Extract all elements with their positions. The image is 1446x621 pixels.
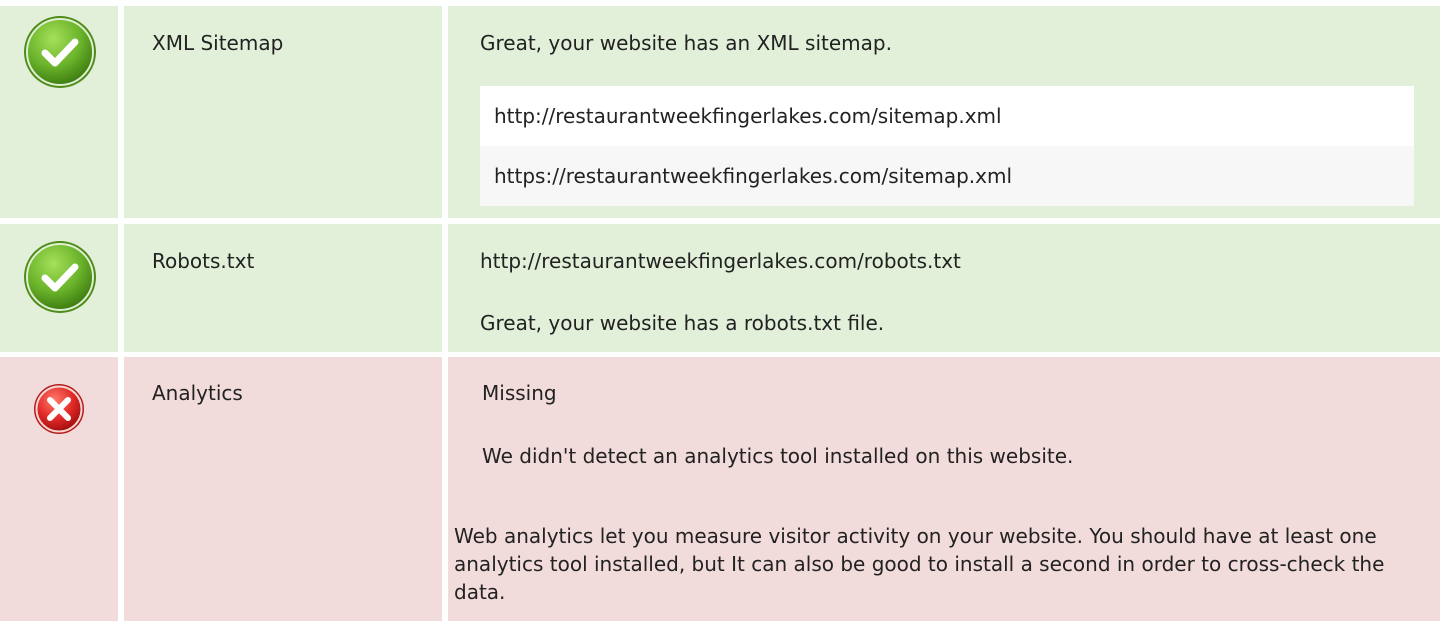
check-description: Web analytics let you measure visitor ac…	[454, 524, 1385, 604]
check-message: Great, your website has an XML sitemap.	[480, 31, 892, 55]
check-label: Analytics	[152, 381, 243, 405]
status-cell	[0, 6, 118, 218]
check-circle-icon	[20, 12, 100, 92]
sitemap-url-item: https://restaurantweekfingerlakes.com/si…	[480, 146, 1414, 206]
status-cell	[0, 357, 118, 621]
label-cell: Robots.txt	[124, 224, 442, 352]
check-label: XML Sitemap	[152, 31, 284, 55]
check-row-analytics: Analytics Missing We didn't detect an an…	[0, 357, 1446, 621]
content-cell: Missing We didn't detect an analytics to…	[448, 357, 1440, 621]
check-message: Great, your website has a robots.txt fil…	[480, 311, 885, 335]
label-cell: Analytics	[124, 357, 442, 621]
content-cell: Great, your website has an XML sitemap. …	[448, 6, 1440, 218]
label-cell: XML Sitemap	[124, 6, 442, 218]
check-message: We didn't detect an analytics tool insta…	[482, 444, 1074, 468]
sitemap-url-item: http://restaurantweekfingerlakes.com/sit…	[494, 104, 1002, 128]
content-cell: http://restaurantweekfingerlakes.com/rob…	[448, 224, 1440, 352]
status-cell	[0, 224, 118, 352]
robots-url: http://restaurantweekfingerlakes.com/rob…	[480, 249, 961, 273]
check-row-robots-txt: Robots.txt http://restaurantweekfingerla…	[0, 224, 1446, 352]
x-circle-icon	[32, 382, 86, 436]
check-result: Missing	[482, 381, 557, 405]
sitemap-url-list: http://restaurantweekfingerlakes.com/sit…	[480, 86, 1414, 206]
check-circle-icon	[20, 237, 100, 317]
seo-report: XML Sitemap Great, your website has an X…	[0, 0, 1446, 621]
check-label: Robots.txt	[152, 249, 255, 273]
check-row-xml-sitemap: XML Sitemap Great, your website has an X…	[0, 6, 1446, 218]
